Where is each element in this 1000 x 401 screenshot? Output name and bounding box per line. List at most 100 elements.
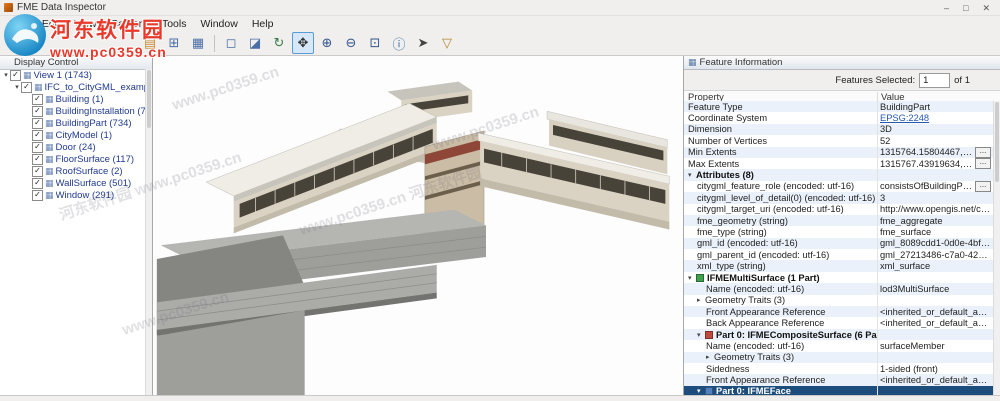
property-name: IFMEMultiSurface (1 Part) (707, 272, 820, 283)
feature-type-icon: ▦ (45, 93, 54, 104)
value-cell: fme_surface (877, 226, 993, 238)
property-row[interactable]: Front Appearance Reference <inherited_or_… (684, 306, 993, 318)
select-button[interactable]: ➤ (412, 32, 434, 54)
property-cell: Dimension (684, 124, 877, 134)
property-row[interactable]: Coordinate System EPSG:2248 (684, 112, 993, 124)
display-control-panel: Display Control ▾ ✓ ▦ View 1 (1743) ▾ ✓ ▦ IFC_t… (0, 56, 153, 396)
minimize-button[interactable]: – (944, 2, 949, 14)
property-row[interactable]: Min Extents 1315764.15804467, 440527.....… (684, 146, 993, 158)
checkbox[interactable]: ✓ (32, 105, 43, 117)
property-row[interactable]: citygml_feature_role (encoded: utf-16) co… (684, 180, 993, 193)
checkbox[interactable]: ✓ (10, 69, 21, 81)
property-row[interactable]: citygml_level_of_detail(0) (encoded: utf… (684, 192, 993, 204)
menu-window[interactable]: Window (193, 18, 244, 30)
property-row[interactable]: Name (encoded: utf-16) lod3MultiSurface (684, 283, 993, 295)
property-name: Geometry Traits (3) (705, 295, 786, 306)
tree-item[interactable]: ✓ ▦ BuildingInstallation (72) (0, 105, 145, 117)
menu-edit[interactable]: Edit (35, 18, 67, 30)
property-row[interactable]: ▾ Attributes (8) (684, 169, 993, 181)
property-row[interactable]: Name (encoded: utf-16) surfaceMember (684, 340, 993, 352)
expander-icon[interactable]: ▾ (2, 71, 10, 79)
property-row[interactable]: Sidedness 1-sided (front) (684, 362, 993, 375)
close-button[interactable]: ✕ (982, 2, 990, 14)
tree-item[interactable]: ✓ ▦ WallSurface (501) (0, 177, 145, 189)
maximize-button[interactable]: □ (963, 2, 968, 14)
property-row[interactable]: citygml_target_uri (encoded: utf-16) http… (684, 203, 993, 215)
checkbox[interactable]: ✓ (32, 117, 43, 129)
checkbox[interactable]: ✓ (32, 189, 43, 201)
value-link[interactable]: EPSG:2248 (880, 113, 991, 123)
orbit-button[interactable]: ↻ (268, 32, 290, 54)
filter-button[interactable]: ▽ (436, 32, 458, 54)
tree-item[interactable]: ✓ ▦ Building (1) (0, 93, 145, 105)
expander-icon[interactable]: ▾ (688, 171, 696, 179)
expander-icon[interactable]: ▾ (697, 331, 705, 339)
checkbox[interactable]: ✓ (32, 141, 43, 153)
3d-model-building[interactable] (153, 56, 683, 396)
3d-viewport[interactable] (153, 56, 683, 396)
checkbox[interactable]: ✓ (32, 153, 43, 165)
add-dataset-button[interactable]: ⊞ (163, 32, 185, 54)
menu-tools[interactable]: Tools (155, 18, 194, 30)
tree-item[interactable]: ▾✓▦IFC_to_CityGML_example_6_2 (0, 81, 145, 93)
property-row[interactable]: Max Extents 1315767.43919634, 440531.....… (684, 157, 993, 170)
property-cell: Feature Type (684, 102, 877, 112)
value-cell: xml_surface (877, 260, 993, 272)
property-row[interactable]: ▸ Geometry Traits (3) (684, 294, 993, 307)
property-row[interactable]: Number of Vertices 52 (684, 135, 993, 147)
menu-help[interactable]: Help (245, 18, 281, 30)
property-row[interactable]: Feature Type BuildingPart (684, 101, 993, 113)
display-control-tab[interactable]: Display Control (0, 56, 152, 70)
expander-icon[interactable]: ▾ (13, 83, 21, 91)
property-value: consistsOfBuildingPart (880, 181, 973, 192)
ellipsis-button[interactable]: ... (975, 158, 991, 170)
zoom-in-button[interactable]: ⊕ (316, 32, 338, 54)
checkbox[interactable]: ✓ (32, 129, 43, 141)
property-row[interactable]: Front Appearance Reference <inherited_or_… (684, 374, 993, 386)
tree-item[interactable]: ✓ ▦ BuildingPart (734) (0, 117, 145, 129)
menu-file[interactable]: File (4, 18, 35, 30)
property-row[interactable]: ▸ Geometry Traits (3) (684, 351, 993, 363)
checkbox[interactable]: ✓ (32, 93, 43, 105)
ellipsis-button[interactable]: ... (975, 181, 991, 192)
expander-icon[interactable]: ▾ (688, 274, 696, 282)
property-row[interactable]: xml_type (string) xml_surface (684, 260, 993, 272)
zoom-extents-button[interactable]: ⊡ (364, 32, 386, 54)
view-2d-button[interactable]: ◻ (220, 32, 242, 54)
expander-icon[interactable]: ▸ (706, 353, 714, 361)
feature-table-button[interactable]: ▦ (187, 32, 209, 54)
tree-item[interactable]: ✓ ▦ Window (291) (0, 189, 145, 201)
tree-item-label: BuildingInstallation (72) (55, 105, 145, 117)
selected-feature-input[interactable]: 1 (919, 72, 951, 88)
feature-panel-scrollbar[interactable] (993, 101, 1000, 396)
property-row[interactable]: gml_id (encoded: utf-16) gml_8089cdd1-0d0… (684, 237, 993, 250)
tree-item[interactable]: ✓ ▦ FloorSurface (117) (0, 153, 145, 165)
property-row[interactable]: fme_type (string) fme_surface (684, 226, 993, 238)
property-row[interactable]: fme_geometry (string) fme_aggregate (684, 214, 993, 227)
expander-icon[interactable]: ▸ (697, 296, 705, 304)
ellipsis-button[interactable]: ... (975, 147, 991, 158)
tree-item[interactable]: ✓ ▦ RoofSurface (2) (0, 165, 145, 177)
menu-camera[interactable]: Camera (104, 18, 155, 30)
property-row[interactable]: Back Appearance Reference <inherited_or_d… (684, 317, 993, 329)
menu-view[interactable]: View (67, 18, 104, 30)
open-dataset-button[interactable]: ▤ (139, 32, 161, 54)
property-name: Sidedness (706, 363, 750, 374)
multi-surface-geometry-icon (696, 273, 704, 282)
tree-item-label: Building (1) (55, 93, 104, 105)
checkbox[interactable]: ✓ (32, 177, 43, 189)
view-3d-button[interactable]: ◪ (244, 32, 266, 54)
tree-item[interactable]: ✓ ▦ CityModel (1) (0, 129, 145, 141)
property-row[interactable]: gml_parent_id (encoded: utf-16) gml_27213… (684, 249, 993, 261)
feature-info-button[interactable]: ⓘ (388, 32, 410, 54)
checkbox[interactable]: ✓ (32, 165, 43, 177)
zoom-out-button[interactable]: ⊖ (340, 32, 362, 54)
display-control-scrollbar[interactable] (145, 69, 152, 396)
property-row[interactable]: ▾ IFMEMultiSurface (1 Part) (684, 271, 993, 284)
checkbox[interactable]: ✓ (21, 81, 32, 93)
pan-button[interactable]: ✥ (292, 32, 314, 54)
tree-item[interactable]: ▾ ✓ ▦ View 1 (1743) (0, 69, 145, 81)
property-row[interactable]: Dimension 3D (684, 123, 993, 136)
property-row[interactable]: ▾ Part 0: IFMECompositeSurface (6 Parts) (684, 328, 993, 341)
tree-item[interactable]: ✓ ▦ Door (24) (0, 141, 145, 153)
